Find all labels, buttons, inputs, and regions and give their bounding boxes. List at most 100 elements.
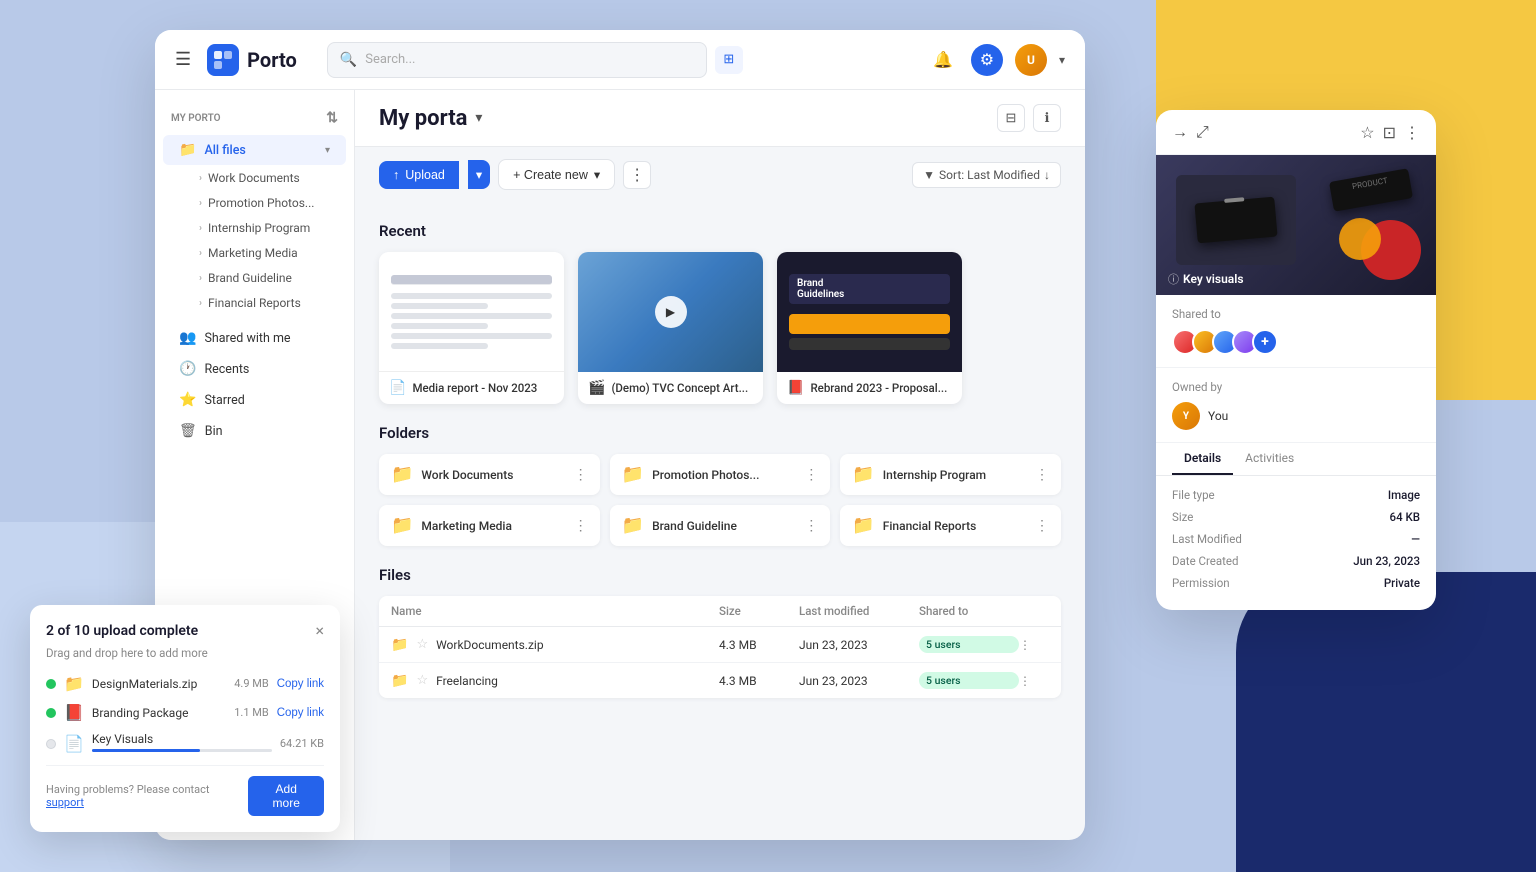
- folder-more-0[interactable]: ⋮: [574, 467, 588, 483]
- folder-item-2[interactable]: 📁 Internship Program ⋮: [840, 454, 1061, 495]
- upload-close-button[interactable]: ×: [315, 621, 324, 640]
- upload-file-name-0: DesignMaterials.zip: [92, 677, 226, 691]
- upload-file-name-1: Branding Package: [92, 706, 226, 720]
- video-placeholder: ▶: [578, 252, 763, 372]
- sidebar-item-starred[interactable]: ⭐ Starred: [163, 385, 346, 415]
- panel-title-overlay: ⓘ Key visuals: [1168, 271, 1244, 287]
- sidebar-item-shared[interactable]: 👥 Shared with me: [163, 323, 346, 353]
- sort-button[interactable]: ▼ Sort: Last Modified ↓: [912, 162, 1061, 188]
- file-modified-0: Jun 23, 2023: [799, 638, 919, 652]
- content-header: My porta ▾ ⊟ ℹ: [355, 90, 1085, 147]
- upload-title: 2 of 10 upload complete: [46, 623, 198, 639]
- help-text: Having problems? Please contact: [46, 783, 209, 796]
- sidebar-sub-promotion[interactable]: › Promotion Photos...: [163, 191, 346, 215]
- folder-item-1[interactable]: 📁 Promotion Photos... ⋮: [610, 454, 831, 495]
- help-link[interactable]: support: [46, 796, 84, 809]
- upload-dropdown-button[interactable]: ▾: [468, 160, 490, 189]
- panel-file-title: Key visuals: [1183, 272, 1244, 286]
- sort-direction-icon: ↓: [1044, 168, 1050, 182]
- folder-more-5[interactable]: ⋮: [1035, 518, 1049, 534]
- info-button[interactable]: ℹ: [1033, 104, 1061, 132]
- star-icon-0[interactable]: ☆: [416, 637, 428, 652]
- sidebar-expand-icon[interactable]: ⇅: [326, 110, 338, 126]
- folder-name-5: Financial Reports: [883, 519, 1027, 533]
- recent-file-card-2[interactable]: BrandGuidelines 📕 Rebrand 2023 - Proposa…: [777, 252, 962, 404]
- user-avatar[interactable]: U: [1015, 44, 1047, 76]
- upload-file-size-2: 64.21 KB: [280, 737, 324, 750]
- upload-file-name-2: Key Visuals: [92, 732, 272, 746]
- sort-icon: ▼: [923, 168, 935, 182]
- table-row-0[interactable]: 📁 ☆ WorkDocuments.zip 4.3 MB Jun 23, 202…: [379, 627, 1061, 663]
- header: ☰ Porto 🔍 Search... ⊞ 🔔 ⚙ U ▾: [155, 30, 1085, 90]
- table-row-1[interactable]: 📁 ☆ Freelancing 4.3 MB Jun 23, 2023 5 us…: [379, 663, 1061, 698]
- folder-name-3: Marketing Media: [421, 519, 565, 533]
- menu-icon[interactable]: ☰: [175, 49, 191, 70]
- notification-bell[interactable]: 🔔: [927, 44, 959, 76]
- panel-star-icon[interactable]: ☆: [1360, 123, 1374, 142]
- upload-file-icon-2: 📄: [64, 734, 84, 753]
- row-more-0[interactable]: ⋮: [1019, 638, 1049, 652]
- tab-details[interactable]: Details: [1172, 443, 1233, 475]
- search-bar[interactable]: 🔍 Search...: [327, 42, 707, 78]
- folder-more-3[interactable]: ⋮: [574, 518, 588, 534]
- recent-file-card-1[interactable]: ▶ 🎬 (Demo) TVC Concept Art...: [578, 252, 763, 404]
- upload-button[interactable]: ↑ Upload: [379, 161, 459, 189]
- sub-label: Financial Reports: [208, 296, 301, 310]
- logo-area: Porto: [207, 44, 297, 76]
- row-more-1[interactable]: ⋮: [1019, 674, 1049, 688]
- orange-sphere: [1339, 218, 1381, 260]
- sidebar-item-bin[interactable]: 🗑 Bin: [163, 416, 346, 446]
- folder-item-5[interactable]: 📁 Financial Reports ⋮: [840, 505, 1061, 546]
- files-table: Name Size Last modified Shared to 📁 ☆ Wo…: [379, 596, 1061, 698]
- sidebar-sub-work-docs[interactable]: › Work Documents: [163, 166, 346, 190]
- panel-more-icon[interactable]: ⋮: [1404, 123, 1420, 142]
- info-circle-icon: ⓘ: [1168, 271, 1179, 287]
- sidebar-item-recents[interactable]: 🕐 Recents: [163, 354, 346, 384]
- grid-view-button[interactable]: ⊟: [997, 104, 1025, 132]
- copy-link-button-1[interactable]: Copy link: [277, 707, 324, 719]
- detail-value-4: Private: [1384, 576, 1420, 590]
- recent-file-card-0[interactable]: 📄 Media report - Nov 2023: [379, 252, 564, 404]
- play-button[interactable]: ▶: [655, 296, 687, 328]
- create-new-button[interactable]: + Create new ▾: [498, 159, 615, 190]
- upload-subtitle: Drag and drop here to add more: [46, 646, 324, 660]
- panel-expand-icon[interactable]: ⤢: [1196, 122, 1209, 142]
- folder-more-1[interactable]: ⋮: [804, 467, 818, 483]
- folder-item-3[interactable]: 📁 Marketing Media ⋮: [379, 505, 600, 546]
- sidebar-sub-financial[interactable]: › Financial Reports: [163, 291, 346, 315]
- file-card-info: 🎬 (Demo) TVC Concept Art...: [578, 372, 763, 404]
- panel-share-icon[interactable]: ⊡: [1383, 123, 1396, 142]
- panel-owner-section: Owned by Y You: [1156, 368, 1436, 443]
- panel-back-icon[interactable]: →: [1172, 122, 1188, 142]
- col-name: Name: [391, 604, 719, 618]
- file-row-name-1: Freelancing: [436, 674, 498, 688]
- more-options-button[interactable]: ⋮: [623, 161, 651, 189]
- doc-line-short: [391, 303, 488, 309]
- filter-icon[interactable]: ⊞: [715, 46, 743, 74]
- settings-button[interactable]: ⚙: [971, 44, 1003, 76]
- folder-item-4[interactable]: 📁 Brand Guideline ⋮: [610, 505, 831, 546]
- preview-box-left: [1176, 175, 1296, 265]
- shared-avatar-add[interactable]: +: [1252, 329, 1278, 355]
- upload-header: 2 of 10 upload complete ×: [46, 621, 324, 640]
- sidebar-item-all-files[interactable]: 📁 All files ▾: [163, 135, 346, 165]
- sidebar-sub-internship[interactable]: › Internship Program: [163, 216, 346, 240]
- star-icon-1[interactable]: ☆: [416, 673, 428, 688]
- page-title-dropdown[interactable]: ▾: [475, 110, 482, 126]
- folder-more-4[interactable]: ⋮: [804, 518, 818, 534]
- tab-activities[interactable]: Activities: [1233, 443, 1306, 475]
- detail-label-2: Last Modified: [1172, 532, 1242, 546]
- copy-link-button-0[interactable]: Copy link: [277, 678, 324, 690]
- detail-row-2: Last Modified —: [1172, 532, 1420, 546]
- sidebar-sub-brand[interactable]: › Brand Guideline: [163, 266, 346, 290]
- folder-more-2[interactable]: ⋮: [1035, 467, 1049, 483]
- add-more-button[interactable]: Add more: [248, 776, 324, 816]
- progress-bar-container: [92, 749, 272, 752]
- avatar-chevron[interactable]: ▾: [1059, 53, 1065, 67]
- panel-preview: PRODUCT ⓘ Key visuals: [1156, 155, 1436, 295]
- sidebar-sub-marketing[interactable]: › Marketing Media: [163, 241, 346, 265]
- detail-row-4: Permission Private: [1172, 576, 1420, 590]
- brand-thumb: BrandGuidelines: [777, 252, 962, 372]
- folder-item-0[interactable]: 📁 Work Documents ⋮: [379, 454, 600, 495]
- folder-icon: 📁: [622, 464, 644, 485]
